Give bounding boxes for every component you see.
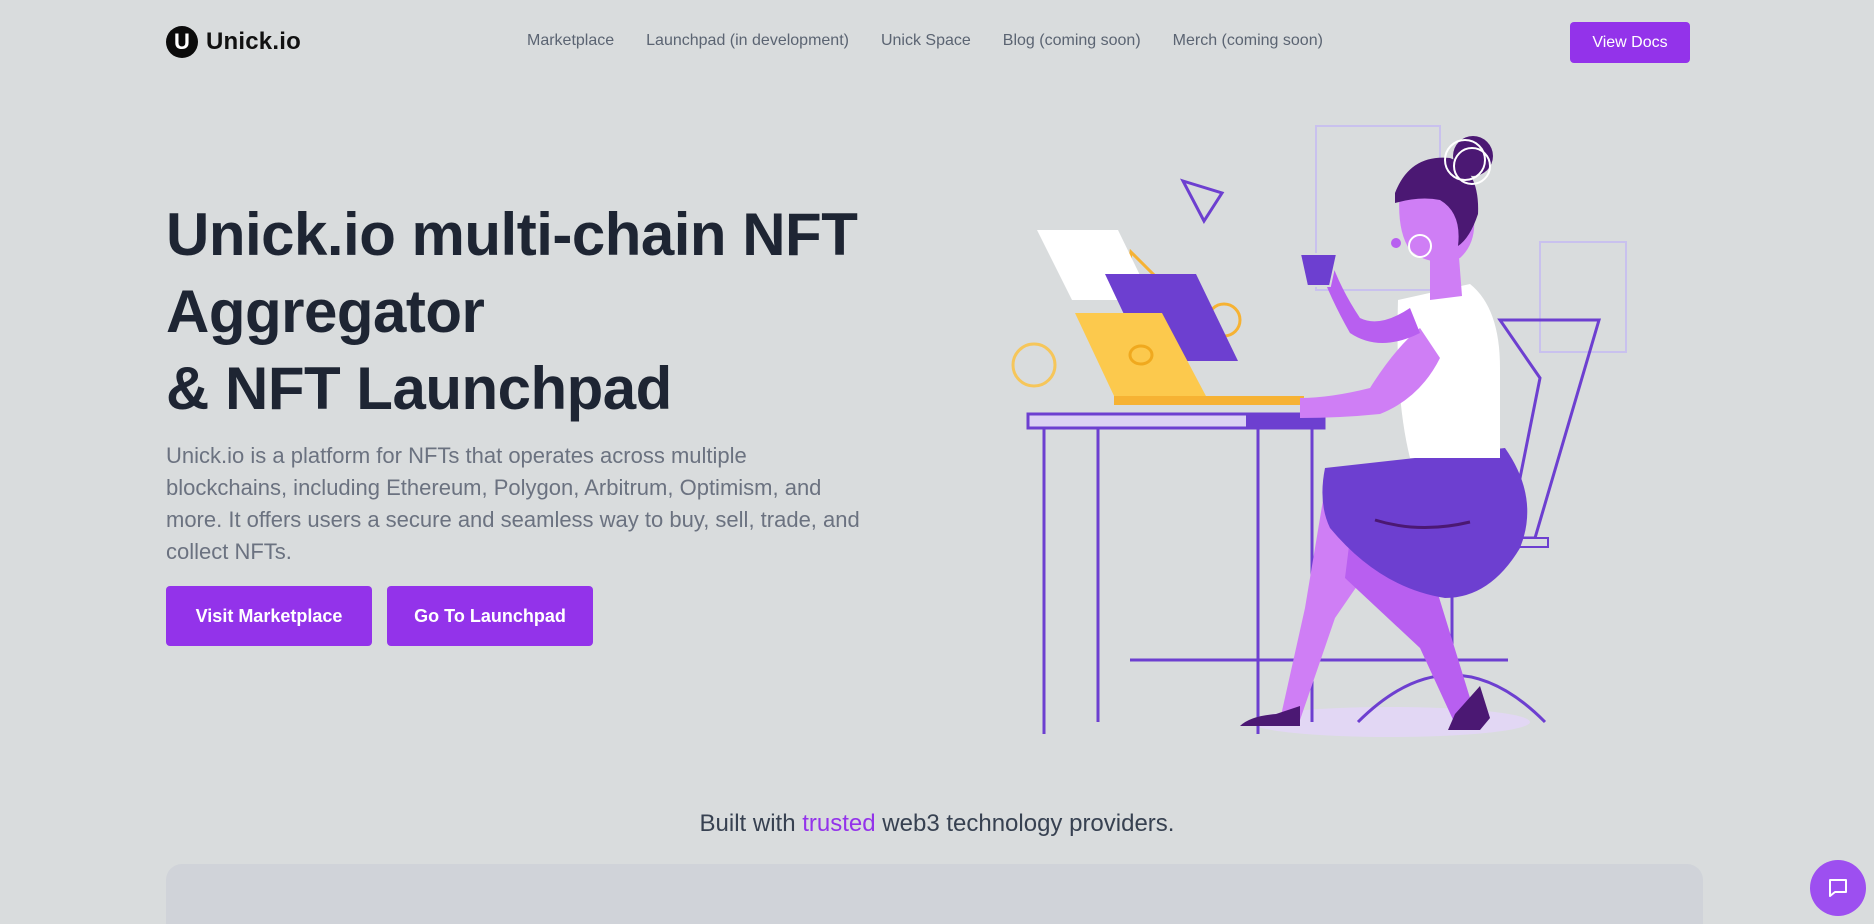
providers-heading: Built with trusted web3 technology provi… — [0, 810, 1874, 838]
hero-title: Unick.io multi-chain NFT Aggregator & NF… — [166, 196, 886, 427]
nav-blog[interactable]: Blog (coming soon) — [1003, 32, 1141, 50]
go-to-launchpad-button[interactable]: Go To Launchpad — [387, 586, 593, 646]
logo-text: Unick.io — [206, 28, 301, 55]
nav-launchpad[interactable]: Launchpad (in development) — [646, 32, 849, 50]
visit-marketplace-button[interactable]: Visit Marketplace — [166, 586, 372, 646]
chat-button[interactable] — [1810, 860, 1866, 916]
providers-highlight: trusted — [802, 810, 876, 837]
decor-square-2 — [1539, 241, 1627, 353]
triangle-purple-icon — [1179, 178, 1225, 224]
main-nav: Marketplace Launchpad (in development) U… — [527, 32, 1323, 50]
hero-title-line-3: & NFT Launchpad — [166, 355, 672, 422]
chat-bubble-icon — [1829, 879, 1847, 897]
logo-link[interactable]: U Unick.io — [166, 26, 301, 58]
laptop-base — [1114, 396, 1304, 405]
hero-title-line-2: Aggregator — [166, 278, 485, 345]
shoe-left — [1240, 706, 1300, 726]
u-logo-icon: U — [166, 26, 198, 58]
view-docs-button[interactable]: View Docs — [1570, 22, 1690, 63]
providers-panel — [166, 864, 1703, 924]
cup-icon — [1298, 253, 1339, 287]
site-header: U Unick.io Marketplace Launchpad (in dev… — [0, 0, 1874, 86]
providers-suffix: web3 technology providers. — [882, 810, 1175, 837]
hero-illustration — [1011, 125, 1627, 737]
nav-merch[interactable]: Merch (coming soon) — [1173, 32, 1323, 50]
page: U Unick.io Marketplace Launchpad (in dev… — [0, 0, 1874, 924]
providers-prefix: Built with — [699, 810, 796, 837]
nav-marketplace[interactable]: Marketplace — [527, 32, 614, 50]
ring-yellow-2 — [1011, 342, 1057, 388]
nav-unick-space[interactable]: Unick Space — [881, 32, 971, 50]
hero-description: Unick.io is a platform for NFTs that ope… — [166, 443, 860, 564]
hero-title-line-1: Unick.io multi-chain NFT — [166, 201, 858, 268]
